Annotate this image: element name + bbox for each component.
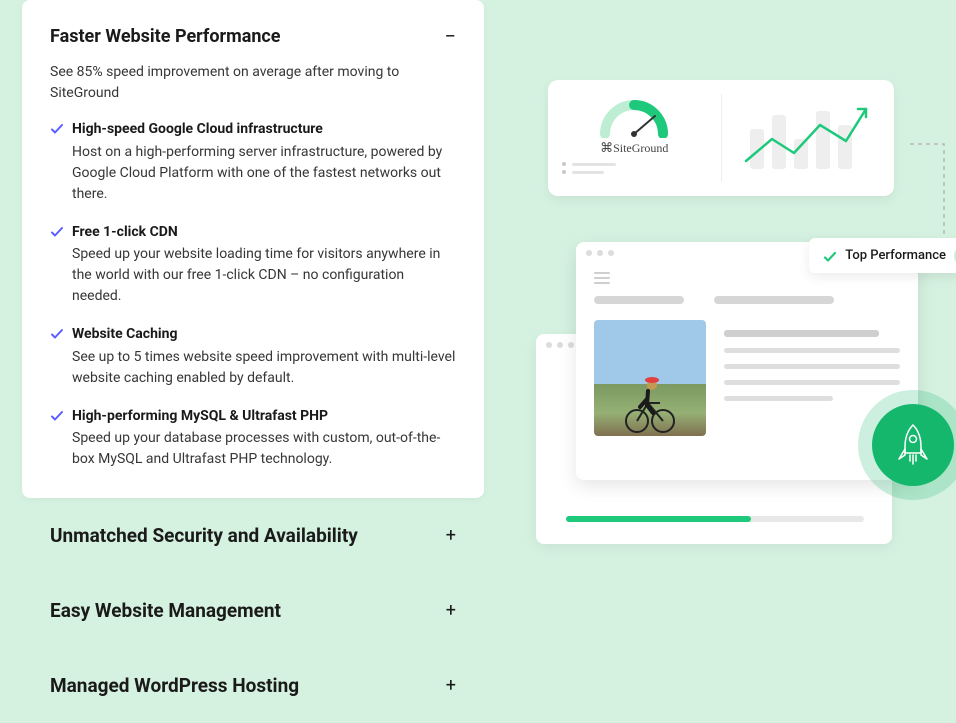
accordion-header-security[interactable]: Unmatched Security and Availability + [22, 498, 484, 573]
feature-desc: Speed up your website loading time for v… [72, 244, 456, 307]
check-icon [50, 409, 64, 423]
feature-desc: Speed up your database processes with cu… [72, 428, 456, 470]
accordion-header-wordpress[interactable]: Managed WordPress Hosting + [22, 648, 484, 723]
accordion-title: Unmatched Security and Availability [50, 524, 358, 547]
feature-desc: See up to 5 times website speed improvem… [72, 347, 456, 389]
badge-label: Top Performance [845, 248, 946, 263]
dashboard-panel: ⌘SiteGround [548, 80, 894, 196]
accordion-header-management[interactable]: Easy Website Management + [22, 573, 484, 648]
check-icon [50, 225, 64, 239]
feature-desc: Host on a high-performing server infrast… [72, 142, 456, 205]
feature-title: High-performing MySQL & Ultrafast PHP [72, 407, 456, 427]
performance-badge: Top Performance [809, 238, 956, 273]
progress-bar [566, 516, 864, 522]
feature-item: Website Caching See up to 5 times websit… [50, 325, 456, 389]
feature-item: Free 1-click CDN Speed up your website l… [50, 223, 456, 308]
gauge-area: ⌘SiteGround [548, 80, 721, 196]
accordion-title: Managed WordPress Hosting [50, 674, 299, 697]
expand-icon: + [446, 600, 456, 621]
cyclist-image [594, 320, 706, 436]
gauge-icon [595, 94, 673, 138]
brand-label: ⌘SiteGround [562, 140, 707, 156]
rocket-icon [872, 404, 954, 486]
feature-item: High-speed Google Cloud infrastructure H… [50, 120, 456, 205]
trend-chart [722, 80, 895, 196]
accordion-panel-performance: Faster Website Performance − See 85% spe… [22, 0, 484, 498]
illustration-area: ⌘SiteGround Top [530, 62, 950, 602]
accordion-column: Faster Website Performance − See 85% spe… [22, 0, 484, 723]
check-icon [823, 249, 837, 263]
expand-icon: + [446, 675, 456, 696]
expand-icon: + [446, 525, 456, 546]
feature-list: High-speed Google Cloud infrastructure H… [50, 120, 456, 470]
feature-title: Website Caching [72, 325, 456, 345]
feature-item: High-performing MySQL & Ultrafast PHP Sp… [50, 407, 456, 471]
check-icon [50, 122, 64, 136]
accordion-title: Easy Website Management [50, 599, 281, 622]
accordion-subtitle: See 85% speed improvement on average aft… [50, 62, 456, 104]
feature-title: High-speed Google Cloud infrastructure [72, 120, 456, 140]
accordion-header-performance[interactable]: Faster Website Performance − [50, 24, 456, 48]
hamburger-icon [594, 272, 610, 284]
check-icon [50, 327, 64, 341]
feature-title: Free 1-click CDN [72, 223, 456, 243]
collapse-icon: − [445, 24, 456, 48]
accordion-title: Faster Website Performance [50, 26, 281, 47]
